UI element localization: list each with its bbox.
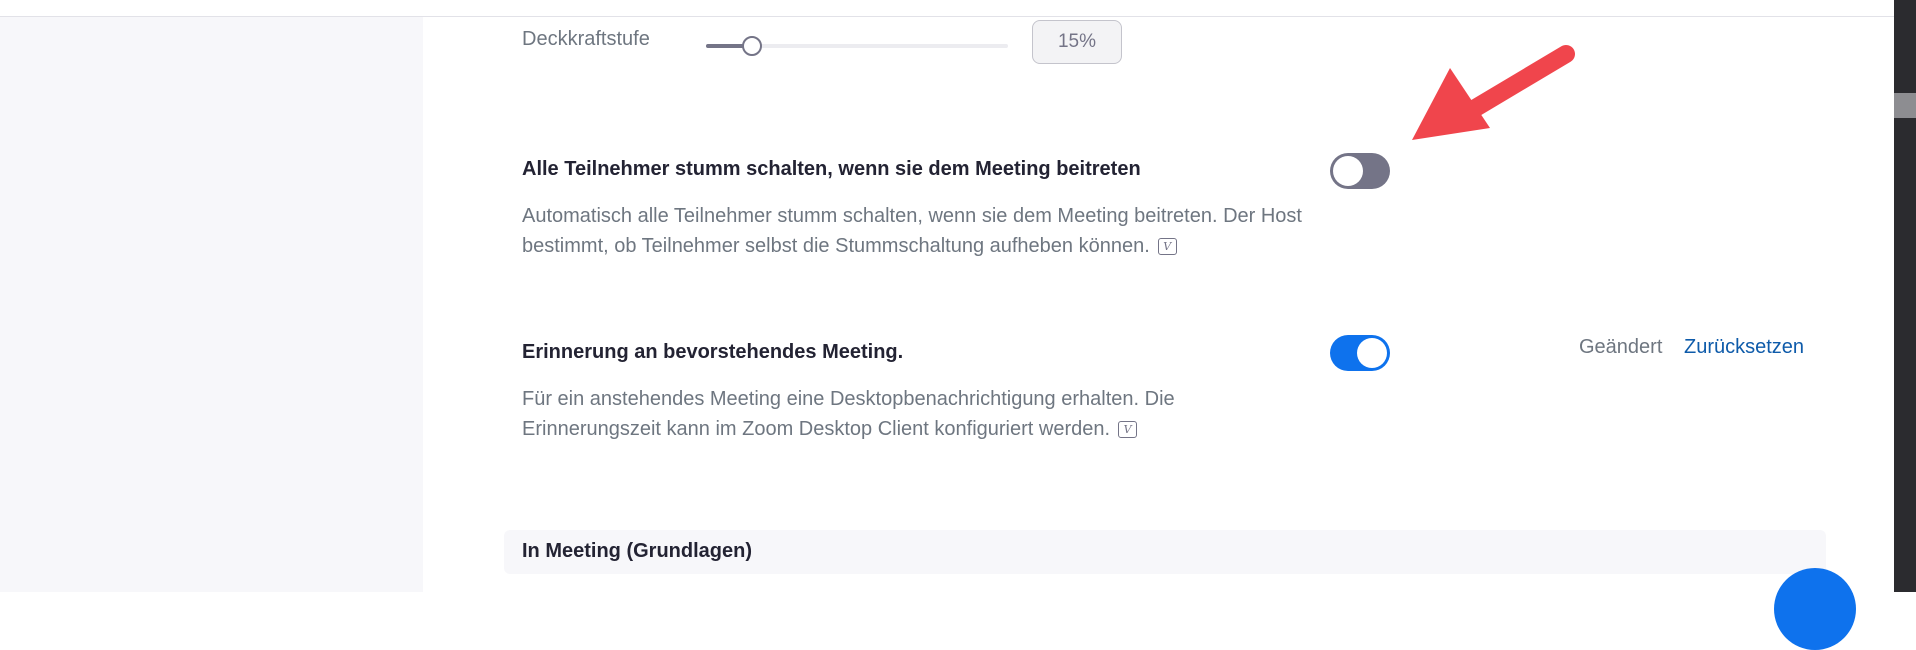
mute-on-entry-description: Automatisch alle Teilnehmer stumm schalt… bbox=[522, 201, 1302, 261]
top-bar bbox=[0, 0, 1894, 17]
section-header[interactable]: In Meeting (Grundlagen) bbox=[504, 530, 1826, 574]
mute-on-entry-toggle[interactable] bbox=[1330, 153, 1390, 189]
meeting-reminder-description-text: Für ein anstehendes Meeting eine Desktop… bbox=[522, 388, 1175, 440]
help-fab-button[interactable] bbox=[1774, 568, 1856, 650]
red-arrow-annotation bbox=[1412, 45, 1575, 140]
toggle-knob bbox=[1333, 156, 1363, 186]
mute-on-entry-description-text: Automatisch alle Teilnehmer stumm schalt… bbox=[522, 205, 1302, 257]
scrollbar-track[interactable] bbox=[1894, 0, 1916, 592]
changed-label: Geändert bbox=[1579, 336, 1663, 358]
meeting-reminder-description: Für ein anstehendes Meeting eine Desktop… bbox=[522, 384, 1242, 444]
reset-link[interactable]: Zurücksetzen bbox=[1684, 336, 1804, 359]
opacity-value: 15% bbox=[1057, 31, 1097, 52]
left-sidebar bbox=[0, 17, 423, 592]
scrollbar-thumb[interactable] bbox=[1894, 93, 1916, 118]
toggle-knob bbox=[1357, 338, 1387, 368]
opacity-setting: Deckkraftstufe 15% bbox=[522, 20, 1122, 72]
opacity-value-input[interactable]: 15% bbox=[1032, 20, 1122, 64]
mute-on-entry-title: Alle Teilnehmer stumm schalten, wenn sie… bbox=[522, 158, 1141, 180]
slider-thumb[interactable] bbox=[742, 36, 763, 56]
video-info-icon[interactable]: V bbox=[1157, 238, 1177, 256]
opacity-slider[interactable] bbox=[706, 36, 1008, 56]
meeting-reminder-title: Erinnerung an bevorstehendes Meeting. bbox=[522, 341, 904, 363]
section-title: In Meeting (Grundlagen) bbox=[522, 540, 752, 562]
opacity-label: Deckkraftstufe bbox=[522, 28, 650, 50]
meeting-reminder-toggle[interactable] bbox=[1330, 335, 1390, 371]
video-info-icon[interactable]: V bbox=[1118, 421, 1138, 439]
